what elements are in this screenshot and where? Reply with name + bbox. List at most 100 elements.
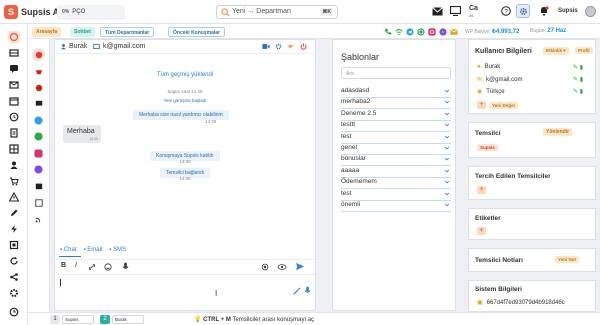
calendar-icon[interactable] (8, 95, 20, 107)
search-placeholder: Yeni → Departman (232, 8, 291, 15)
whatsapp-channel-icon[interactable] (32, 130, 45, 143)
template-item[interactable]: testtt (341, 121, 451, 133)
messenger-channel-icon[interactable] (32, 163, 45, 176)
messenger-icon[interactable] (439, 28, 447, 36)
new-note-button[interactable]: Yeni Not (555, 256, 580, 263)
edit-icon[interactable] (8, 207, 20, 219)
telegram-channel-icon[interactable] (32, 114, 45, 127)
edit-icon[interactable]: ✎ ▮ (573, 88, 583, 95)
clock-icon[interactable] (8, 306, 20, 318)
add-field-button[interactable]: + (477, 101, 486, 109)
template-item[interactable]: önemli (341, 201, 451, 212)
avatar[interactable] (585, 6, 596, 17)
table-icon[interactable] (8, 143, 20, 155)
magic-wand-icon[interactable] (293, 287, 301, 295)
email-channel-icon[interactable] (450, 28, 458, 36)
template-item[interactable]: adasdasd (341, 87, 451, 98)
tab-departments[interactable]: Tüm Departmanlar (100, 27, 155, 37)
tab-name-1[interactable]: Supsis (62, 315, 94, 324)
tab-sohbet[interactable]: Sohbet (70, 27, 95, 37)
link-icon[interactable] (88, 263, 96, 271)
cart-icon[interactable] (8, 175, 20, 187)
redirect-button[interactable]: Yönlendir (543, 128, 573, 136)
templates-search-input[interactable]: Ara (341, 67, 451, 79)
new-field-label[interactable]: Yeni Değer (489, 102, 519, 109)
history-icon[interactable] (8, 111, 20, 123)
notification-bell-icon[interactable] (537, 4, 551, 18)
monitor-icon[interactable] (448, 4, 462, 18)
rss-channel-icon[interactable] (32, 212, 45, 225)
template-item[interactable]: aaaaa (341, 167, 451, 178)
tab-number-2[interactable]: 2 (100, 315, 110, 324)
video-icon[interactable] (262, 43, 270, 50)
chevron-down-icon (444, 192, 450, 196)
list-channel-icon[interactable] (32, 196, 45, 209)
inbox-icon[interactable] (8, 47, 20, 59)
template-item[interactable]: merhaba2 (341, 98, 451, 110)
call-counter[interactable]: Ca 26 (469, 5, 478, 19)
target-icon[interactable] (261, 263, 269, 271)
document-icon[interactable] (8, 127, 20, 139)
mail-nav-icon[interactable] (8, 79, 20, 91)
user-language-value: Türkçe (486, 88, 505, 95)
calendar-channel-icon[interactable] (32, 179, 45, 192)
home-icon[interactable] (8, 31, 20, 43)
add-label-button[interactable]: + (477, 227, 486, 235)
visibility-icon[interactable] (277, 263, 287, 271)
edit-icon[interactable]: ✎ ▮ (573, 64, 583, 71)
help-icon[interactable]: ? (499, 4, 513, 18)
message-editor[interactable]: I (55, 274, 315, 311)
history-loaded[interactable]: Tüm geçmiş yüklendi (55, 72, 315, 78)
conversation-avatar[interactable] (32, 81, 45, 94)
italic-button[interactable]: I (75, 262, 77, 269)
gear-icon[interactable] (516, 4, 530, 18)
flash-icon[interactable] (8, 223, 20, 235)
workspace-selector[interactable]: 0% PÇO (57, 5, 125, 20)
template-item[interactable]: test (341, 133, 451, 144)
tab-email[interactable]: ▪ Email (83, 247, 102, 253)
workspace-name: PÇO (72, 9, 86, 15)
voice-input-icon[interactable] (304, 286, 311, 295)
share-icon[interactable] (8, 271, 20, 283)
activity-dropdown[interactable]: Etkinlik ▾ (543, 47, 569, 55)
tab-arasayfa[interactable]: Arasayfa (32, 27, 62, 37)
phone-icon[interactable] (384, 28, 392, 36)
instagram-icon[interactable] (428, 28, 436, 36)
tab-sms[interactable]: ▪ SMS (109, 247, 126, 253)
tab-name-2[interactable]: Burak (112, 315, 144, 324)
instagram-channel-icon[interactable] (32, 147, 45, 160)
tab-previous-conversations[interactable]: Önceki Konuşmalar (168, 27, 225, 37)
conversation-avatar[interactable] (32, 64, 45, 77)
template-item[interactable]: Ödememem (341, 178, 451, 190)
layers-icon[interactable] (8, 239, 20, 251)
template-item[interactable]: bonuslar (341, 155, 451, 167)
refresh-icon[interactable] (8, 255, 20, 267)
wifi-icon[interactable] (395, 28, 403, 36)
edit-icon[interactable]: ✎ ▮ (573, 76, 583, 83)
mail-icon[interactable] (430, 4, 444, 18)
emoji-icon[interactable] (104, 263, 112, 271)
chat-icon[interactable] (8, 63, 20, 75)
power-icon[interactable] (300, 43, 307, 50)
transfer-icon[interactable] (287, 43, 294, 50)
template-item[interactable]: genel (341, 144, 451, 155)
contacts-icon[interactable] (8, 159, 20, 171)
add-preferred-rep-button[interactable]: + (477, 186, 486, 194)
send-icon[interactable] (295, 262, 305, 271)
whatsapp-icon[interactable] (417, 28, 425, 36)
template-item[interactable]: test (341, 190, 451, 201)
telegram-icon[interactable] (406, 28, 414, 36)
tab-chat[interactable]: ▪ Chat (60, 247, 76, 253)
globe-icon: ◉ (477, 89, 483, 95)
conversation-avatar[interactable] (32, 48, 45, 61)
warning-icon[interactable] (8, 191, 20, 203)
tab-number-1[interactable]: 1 (50, 315, 60, 324)
global-search[interactable]: Yeni → Departman ⌘K (216, 5, 338, 19)
sms-channel-icon[interactable] (32, 97, 45, 110)
bold-button[interactable]: B (61, 262, 66, 269)
template-item[interactable]: Deneme 2.5 (341, 110, 451, 121)
settings-icon[interactable] (275, 43, 282, 50)
profile-button[interactable]: Profil (575, 47, 593, 54)
settings-icon[interactable] (8, 287, 20, 299)
microphone-icon[interactable] (122, 262, 129, 271)
